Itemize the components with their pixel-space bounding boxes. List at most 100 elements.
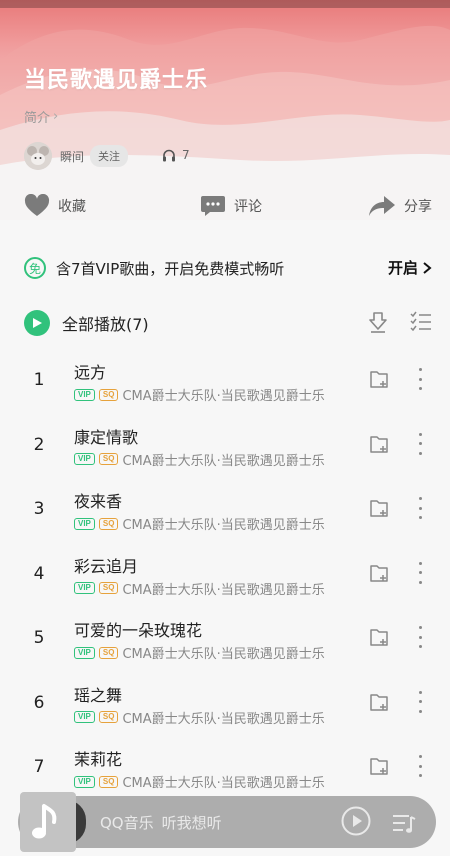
avatar[interactable] — [24, 142, 52, 170]
song-name: 瑶之舞 — [74, 685, 123, 705]
comment-label: 评论 — [234, 199, 262, 215]
folder-add-icon[interactable] — [368, 626, 390, 648]
intro-label: 简介 — [24, 111, 51, 126]
vip-open-label: 开启 — [387, 259, 418, 277]
song-meta: VIP SQ CMA爵士大乐队·当民歌遇见爵士乐 — [74, 643, 325, 662]
song-meta: VIP SQ CMA爵士大乐队·当民歌遇见爵士乐 — [74, 772, 325, 791]
song-meta: VIP SQ CMA爵士大乐队·当民歌遇见爵士乐 — [74, 450, 325, 469]
share-button[interactable]: 分享 — [368, 186, 432, 226]
sq-tag: SQ — [98, 388, 119, 401]
play-icon — [33, 318, 42, 328]
list-item[interactable]: 3 夜来香 VIP SQ CMA爵士大乐队·当民歌遇见爵士乐 — [0, 477, 450, 542]
folder-add-icon[interactable] — [368, 691, 390, 713]
vip-banner-text: 含7首VIP歌曲，开启免费模式畅听 — [56, 259, 285, 278]
share-label: 分享 — [404, 199, 432, 215]
vip-tag: VIP — [74, 388, 95, 401]
album-actions: 收藏 评论 分享 — [0, 186, 450, 228]
free-badge-icon: 免 — [24, 257, 46, 279]
list-item[interactable]: 7 茉莉花 VIP SQ CMA爵士大乐队·当民歌遇见爵士乐 — [0, 735, 450, 800]
mini-player-slogan: 听我想听 — [161, 814, 222, 832]
comment-bubble-icon — [201, 196, 225, 216]
song-name: 彩云追月 — [74, 556, 139, 576]
vip-free-mode-banner[interactable]: 免 含7首VIP歌曲，开启免费模式畅听 开启 — [24, 253, 432, 283]
list-item[interactable]: 1 远方 VIP SQ CMA爵士大乐队·当民歌遇见爵士乐 — [0, 348, 450, 413]
status-bar-strip — [0, 0, 450, 8]
sq-tag: SQ — [98, 582, 119, 594]
music-note-icon — [32, 804, 57, 839]
song-index: 5 — [33, 628, 45, 648]
song-artist-album: CMA爵士大乐队·当民歌遇见爵士乐 — [122, 711, 325, 727]
follow-button[interactable]: 关注 — [90, 145, 129, 167]
song-name: 远方 — [74, 363, 107, 382]
more-vertical-icon[interactable] — [412, 624, 428, 650]
list-check-icon[interactable] — [410, 311, 432, 331]
folder-add-icon[interactable] — [368, 562, 390, 584]
song-artist-album: CMA爵士大乐队·当民歌遇见爵士乐 — [122, 453, 325, 469]
listen-count-value: 7 — [182, 148, 190, 162]
song-index: 2 — [33, 434, 45, 455]
song-index: 7 — [33, 757, 45, 777]
list-item[interactable]: 6 瑶之舞 VIP SQ CMA爵士大乐队·当民歌遇见爵士乐 — [0, 671, 450, 736]
song-name: 茉莉花 — [74, 750, 123, 769]
song-index: 4 — [33, 563, 45, 584]
intro-link[interactable]: 简介 › — [24, 107, 58, 126]
play-all-row: 全部播放(7) — [24, 309, 432, 337]
folder-add-icon[interactable] — [368, 433, 390, 455]
song-index: 1 — [33, 370, 45, 390]
list-item[interactable]: 5 可爱的一朵玫瑰花 VIP SQ CMA爵士大乐队·当民歌遇见爵士乐 — [0, 606, 450, 671]
song-artist-album: CMA爵士大乐队·当民歌遇见爵士乐 — [122, 776, 325, 791]
mouse-avatar-icon — [24, 142, 52, 170]
play-all-label[interactable]: 全部播放(7) — [62, 311, 149, 335]
more-vertical-icon[interactable] — [412, 366, 428, 392]
list-item[interactable]: 4 彩云追月 VIP SQ CMA爵士大乐队·当民歌遇见爵士乐 — [0, 542, 450, 607]
song-artist-album: CMA爵士大乐队·当民歌遇见爵士乐 — [122, 647, 325, 662]
album-page: 当民歌遇见爵士乐 简介 › 瞬间 关注 7 收藏 评论 分享 免 含7首VIP歌… — [0, 0, 450, 856]
mini-player-cover[interactable] — [20, 792, 76, 852]
download-icon[interactable] — [368, 311, 388, 333]
vip-tag: VIP — [74, 711, 95, 723]
song-meta: VIP SQ CMA爵士大乐队·当民歌遇见爵士乐 — [74, 385, 325, 404]
more-vertical-icon[interactable] — [412, 689, 428, 715]
song-name: 夜来香 — [74, 492, 123, 511]
song-index: 3 — [33, 499, 45, 519]
vip-open-button[interactable]: 开启 — [388, 257, 432, 278]
comment-button[interactable]: 评论 — [200, 186, 262, 226]
song-meta: VIP SQ CMA爵士大乐队·当民歌遇见爵士乐 — [74, 708, 325, 727]
vip-tag: VIP — [74, 775, 95, 788]
vip-tag: VIP — [74, 517, 95, 530]
favorite-button[interactable]: 收藏 — [24, 186, 86, 226]
song-meta: VIP SQ CMA爵士大乐队·当民歌遇见爵士乐 — [74, 579, 325, 598]
sq-tag: SQ — [98, 453, 119, 465]
vip-tag: VIP — [74, 582, 95, 594]
creator-name[interactable]: 瞬间 — [60, 148, 84, 165]
song-artist-album: CMA爵士大乐队·当民歌遇见爵士乐 — [122, 582, 325, 598]
more-vertical-icon[interactable] — [412, 753, 428, 779]
song-artist-album: CMA爵士大乐队·当民歌遇见爵士乐 — [122, 389, 325, 404]
mini-player-text: QQ音乐 听我想听 — [100, 812, 222, 833]
heart-icon — [24, 194, 50, 216]
song-artist-album: CMA爵士大乐队·当民歌遇见爵士乐 — [122, 518, 325, 533]
chevron-right-icon — [423, 261, 432, 274]
song-index: 6 — [33, 692, 45, 713]
sq-tag: SQ — [98, 775, 119, 788]
more-vertical-icon[interactable] — [412, 431, 428, 457]
list-tools — [368, 311, 432, 333]
folder-add-icon[interactable] — [368, 497, 390, 519]
creator-row: 瞬间 关注 — [24, 140, 129, 172]
folder-add-icon[interactable] — [368, 755, 390, 777]
more-vertical-icon[interactable] — [412, 560, 428, 586]
song-meta: VIP SQ CMA爵士大乐队·当民歌遇见爵士乐 — [74, 514, 325, 533]
share-arrow-icon — [369, 196, 395, 216]
listen-count: 7 — [162, 148, 190, 162]
song-name: 可爱的一朵玫瑰花 — [74, 621, 203, 640]
playlist-icon[interactable] — [391, 811, 417, 835]
play-icon[interactable] — [341, 806, 371, 836]
sq-tag: SQ — [98, 517, 119, 530]
chevron-right-icon: › — [53, 109, 59, 124]
vip-tag: VIP — [74, 646, 95, 659]
album-title: 当民歌遇见爵士乐 — [24, 68, 209, 93]
list-item[interactable]: 2 康定情歌 VIP SQ CMA爵士大乐队·当民歌遇见爵士乐 — [0, 413, 450, 478]
folder-add-icon[interactable] — [368, 368, 390, 390]
play-all-button[interactable] — [24, 310, 50, 336]
more-vertical-icon[interactable] — [412, 495, 428, 521]
